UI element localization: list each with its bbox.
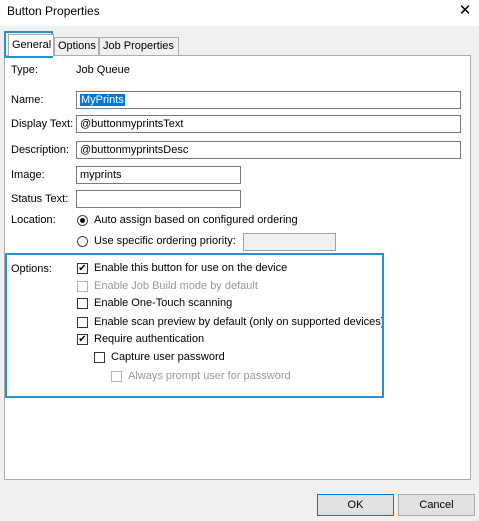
name-field[interactable]: MyPrints xyxy=(76,91,461,109)
status-text-label: Status Text: xyxy=(11,193,69,205)
scan-preview-label[interactable]: Enable scan preview by default (only on … xyxy=(94,316,384,328)
display-text-label: Display Text: xyxy=(11,118,74,130)
always-prompt-label: Always prompt user for password xyxy=(128,370,291,382)
require-auth-label[interactable]: Require authentication xyxy=(94,333,204,345)
one-touch-label[interactable]: Enable One-Touch scanning xyxy=(94,297,232,309)
type-label: Type: xyxy=(11,64,38,76)
location-label: Location: xyxy=(11,214,56,226)
tab-job-properties[interactable]: Job Properties xyxy=(99,37,179,55)
close-icon[interactable]: ✕ xyxy=(451,0,479,22)
window-title: Button Properties xyxy=(7,4,100,18)
enable-button-checkbox[interactable]: ✔ xyxy=(77,263,88,274)
radio-selected-dot xyxy=(80,218,85,223)
capture-password-label[interactable]: Capture user password xyxy=(111,351,225,363)
options-label: Options: xyxy=(11,263,52,275)
name-field-value: MyPrints xyxy=(80,94,125,106)
display-text-field[interactable]: @buttonmyprintsText xyxy=(76,115,461,133)
description-field[interactable]: @buttonmyprintsDesc xyxy=(76,141,461,159)
tab-options[interactable]: Options xyxy=(54,37,99,55)
image-label: Image: xyxy=(11,169,45,181)
specific-priority-radio[interactable] xyxy=(77,236,88,247)
image-field[interactable]: myprints xyxy=(76,166,241,184)
tab-general[interactable]: General xyxy=(8,34,54,56)
name-label: Name: xyxy=(11,94,44,106)
enable-button-label[interactable]: Enable this button for use on the device xyxy=(94,262,287,274)
priority-input xyxy=(243,233,336,251)
description-label: Description: xyxy=(11,144,70,156)
auto-assign-label[interactable]: Auto assign based on configured ordering xyxy=(94,214,298,226)
job-build-checkbox xyxy=(77,281,88,292)
ok-button[interactable]: OK xyxy=(317,494,394,516)
status-text-field[interactable] xyxy=(76,190,241,208)
title-bar: Button Properties ✕ xyxy=(0,0,479,26)
require-auth-checkbox[interactable]: ✔ xyxy=(77,334,88,345)
cancel-button[interactable]: Cancel xyxy=(398,494,475,516)
scan-preview-checkbox[interactable] xyxy=(77,317,88,328)
capture-password-checkbox[interactable] xyxy=(94,352,105,363)
one-touch-checkbox[interactable] xyxy=(77,298,88,309)
type-value: Job Queue xyxy=(76,64,130,76)
auto-assign-radio[interactable] xyxy=(77,215,88,226)
specific-priority-label[interactable]: Use specific ordering priority: xyxy=(94,235,236,247)
job-build-label: Enable Job Build mode by default xyxy=(94,280,258,292)
always-prompt-checkbox xyxy=(111,371,122,382)
